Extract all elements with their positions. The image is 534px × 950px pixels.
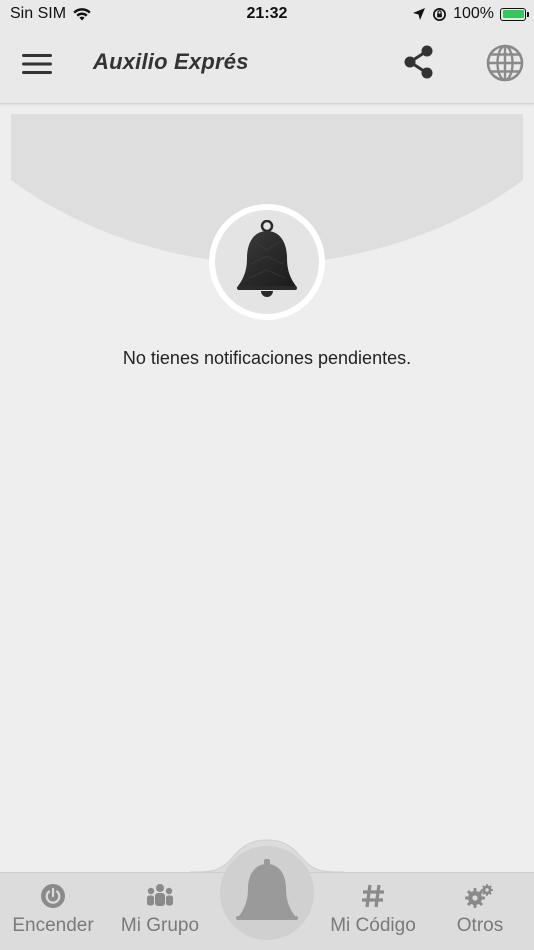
nav-mi-codigo[interactable]: Mi Código [320, 883, 426, 943]
nav-encender-label: Encender [12, 915, 94, 936]
menu-icon [22, 54, 52, 74]
nav-notificaciones[interactable] [220, 846, 314, 940]
battery-icon [500, 7, 529, 21]
globe-icon [486, 44, 524, 82]
group-icon [147, 884, 173, 906]
nav-mi-codigo-label: Mi Código [330, 915, 416, 936]
battery-percent: 100% [453, 5, 494, 22]
bell-badge [209, 204, 325, 320]
power-icon [41, 884, 65, 908]
empty-notifications-message: No tienes notificaciones pendientes. [122, 348, 412, 368]
share-icon [404, 45, 433, 79]
language-button[interactable] [486, 44, 524, 82]
bell-icon [237, 220, 297, 297]
nav-otros[interactable]: Otros [427, 883, 533, 943]
status-bar: Sin SIM 21:32 100% [0, 0, 534, 28]
nav-mi-grupo-label: Mi Grupo [120, 915, 200, 936]
nav-mi-grupo[interactable]: Mi Grupo [107, 883, 213, 943]
gears-icon [465, 884, 493, 908]
status-right-group: 100% [412, 5, 529, 23]
location-arrow-icon [413, 8, 426, 20]
app-title: Auxilio Exprés [93, 49, 249, 74]
nav-otros-label: Otros [456, 915, 504, 936]
battery-fill [502, 10, 524, 18]
nav-encender[interactable]: Encender [0, 883, 106, 943]
bell-icon [236, 859, 298, 920]
share-button[interactable] [402, 44, 436, 80]
app-bar: Auxilio Exprés [0, 28, 534, 104]
menu-button[interactable] [22, 52, 52, 76]
orientation-lock-icon [433, 7, 447, 21]
hashtag-icon [362, 884, 384, 908]
